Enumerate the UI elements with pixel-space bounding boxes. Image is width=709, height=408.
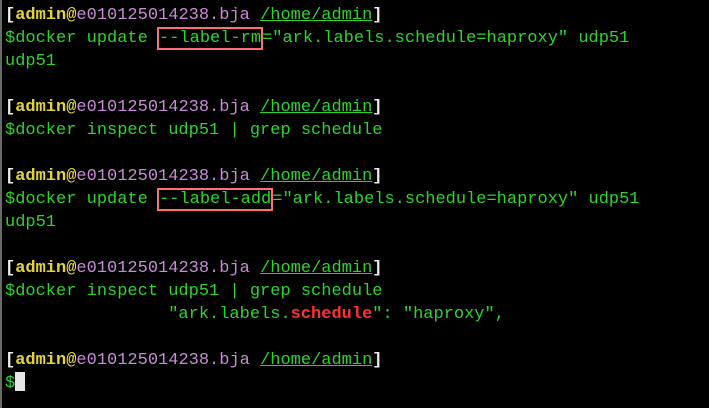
prompt-at: @ <box>66 98 77 117</box>
prompt-bracket-open: [ <box>5 6 16 25</box>
command-line: $docker inspect udp51 | grep schedule <box>5 280 709 303</box>
prompt-bracket-close: ] <box>372 98 383 117</box>
prompt-host: e010125014238.bja <box>76 351 250 370</box>
command-text: docker update <box>15 29 159 48</box>
prompt-host: e010125014238.bja <box>76 6 250 25</box>
highlighted-flag: --label-rm <box>157 27 264 50</box>
prompt-line: [admin@e010125014238.bja /home/admin] <box>5 4 709 27</box>
prompt-user: admin <box>15 351 67 370</box>
prompt-path: /home/admin <box>260 259 373 278</box>
command-text: docker update <box>15 190 159 209</box>
prompt-bracket-open: [ <box>5 351 16 370</box>
command-text: docker inspect udp51 | grep schedule <box>15 282 383 301</box>
prompt-path: /home/admin <box>260 167 373 186</box>
prompt-user: admin <box>15 167 67 186</box>
command-text: ="ark.labels.schedule=haproxy" udp51 <box>262 29 630 48</box>
command-text: ="ark.labels.schedule=haproxy" udp51 <box>272 190 640 209</box>
highlighted-flag: --label-add <box>157 188 274 211</box>
command-line[interactable]: $ <box>5 372 709 395</box>
prompt-host: e010125014238.bja <box>76 167 250 186</box>
prompt-path: /home/admin <box>260 6 373 25</box>
output-text: "ark.labels. <box>5 305 291 324</box>
prompt-bracket-close: ] <box>372 6 383 25</box>
command-line: $docker inspect udp51 | grep schedule <box>5 119 709 142</box>
prompt-at: @ <box>66 6 77 25</box>
prompt-host: e010125014238.bja <box>76 98 250 117</box>
command-text: docker inspect udp51 | grep schedule <box>15 121 383 140</box>
prompt-bracket-close: ] <box>372 351 383 370</box>
dollar-sign: $ <box>5 374 16 393</box>
prompt-at: @ <box>66 167 77 186</box>
prompt-line: [admin@e010125014238.bja /home/admin] <box>5 96 709 119</box>
prompt-path: /home/admin <box>260 98 373 117</box>
output-text: ": "haproxy", <box>372 305 505 324</box>
prompt-at: @ <box>66 259 77 278</box>
grep-match-highlight: schedule <box>290 305 373 324</box>
prompt-user: admin <box>15 6 67 25</box>
prompt-at: @ <box>66 351 77 370</box>
prompt-host: e010125014238.bja <box>76 259 250 278</box>
prompt-path: /home/admin <box>260 351 373 370</box>
prompt-line: [admin@e010125014238.bja /home/admin] <box>5 257 709 280</box>
dollar-sign: $ <box>5 29 16 48</box>
prompt-user: admin <box>15 259 67 278</box>
prompt-line: [admin@e010125014238.bja /home/admin] <box>5 165 709 188</box>
prompt-bracket-open: [ <box>5 98 16 117</box>
dollar-sign: $ <box>5 282 16 301</box>
output-line: "ark.labels.schedule": "haproxy", <box>5 303 709 326</box>
command-line: $docker update --label-rm="ark.labels.sc… <box>5 27 709 50</box>
dollar-sign: $ <box>5 121 16 140</box>
prompt-bracket-open: [ <box>5 259 16 278</box>
output-line: udp51 <box>5 52 57 71</box>
prompt-bracket-close: ] <box>372 259 383 278</box>
text-cursor <box>15 372 26 391</box>
prompt-bracket-open: [ <box>5 167 16 186</box>
dollar-sign: $ <box>5 190 16 209</box>
command-line: $docker update --label-add="ark.labels.s… <box>5 188 709 211</box>
output-line: udp51 <box>5 213 57 232</box>
prompt-line: [admin@e010125014238.bja /home/admin] <box>5 349 709 372</box>
prompt-bracket-close: ] <box>372 167 383 186</box>
terminal-window[interactable]: [admin@e010125014238.bja /home/admin] $d… <box>0 0 709 408</box>
prompt-user: admin <box>15 98 67 117</box>
